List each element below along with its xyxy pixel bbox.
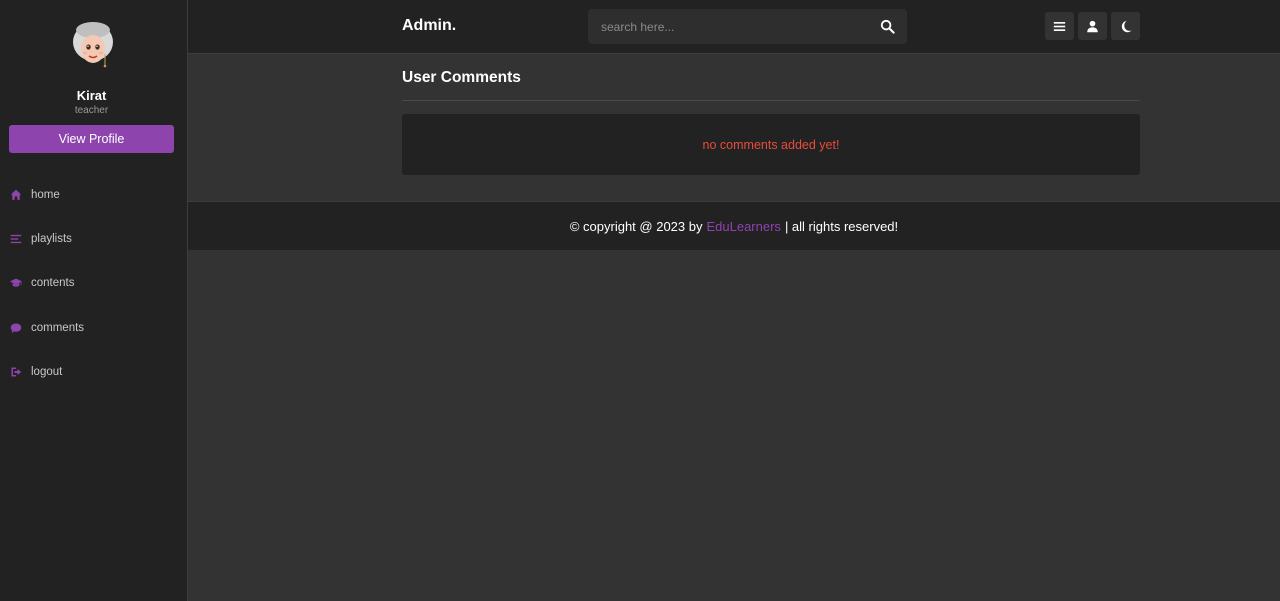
footer-copyright: © copyright @ 2023 by	[569, 218, 703, 234]
empty-message: no comments added yet!	[702, 137, 840, 152]
sidebar-item-label: comments	[31, 322, 85, 334]
sidebar: Kirat teacher View Profile home playlist…	[0, 0, 188, 601]
page-title: User Comments	[402, 69, 521, 86]
avatar	[72, 22, 114, 68]
search-input[interactable]	[588, 9, 868, 44]
graduation-cap-icon	[9, 276, 23, 290]
footer-rights: | all rights reserved!	[784, 218, 899, 234]
sidebar-item-logout[interactable]: logout	[9, 362, 62, 382]
menu-button[interactable]	[1045, 12, 1074, 40]
view-profile-button[interactable]: View Profile	[9, 125, 174, 153]
logout-icon	[9, 365, 23, 379]
sidebar-item-comments[interactable]: comments	[9, 318, 84, 338]
home-icon	[9, 188, 23, 202]
brand-logo[interactable]: Admin.	[402, 17, 456, 35]
list-icon	[9, 232, 23, 246]
search-bar	[588, 9, 907, 44]
user-icon	[1087, 20, 1098, 32]
profile-name: Kirat	[76, 88, 107, 103]
menu-icon	[1053, 21, 1066, 31]
sidebar-item-label: logout	[31, 366, 63, 378]
title-divider	[402, 100, 1140, 101]
sidebar-item-playlists[interactable]: playlists	[9, 229, 72, 249]
comment-icon	[9, 321, 23, 335]
top-header: Admin.	[188, 0, 1280, 54]
footer-brand-link[interactable]: EduLearners	[706, 219, 780, 234]
sidebar-item-label: home	[31, 189, 60, 201]
dark-mode-toggle[interactable]	[1111, 12, 1140, 40]
sidebar-item-home[interactable]: home	[9, 185, 60, 205]
comments-empty-state: no comments added yet!	[402, 114, 1140, 175]
user-button[interactable]	[1078, 12, 1107, 40]
sidebar-item-label: playlists	[31, 233, 72, 245]
sidebar-item-contents[interactable]: contents	[9, 273, 74, 293]
search-icon[interactable]	[880, 19, 895, 34]
sidebar-item-label: contents	[31, 277, 75, 289]
profile-role: teacher	[74, 105, 109, 116]
moon-icon	[1121, 20, 1132, 32]
footer: © copyright @ 2023 by EduLearners | all …	[188, 201, 1280, 250]
